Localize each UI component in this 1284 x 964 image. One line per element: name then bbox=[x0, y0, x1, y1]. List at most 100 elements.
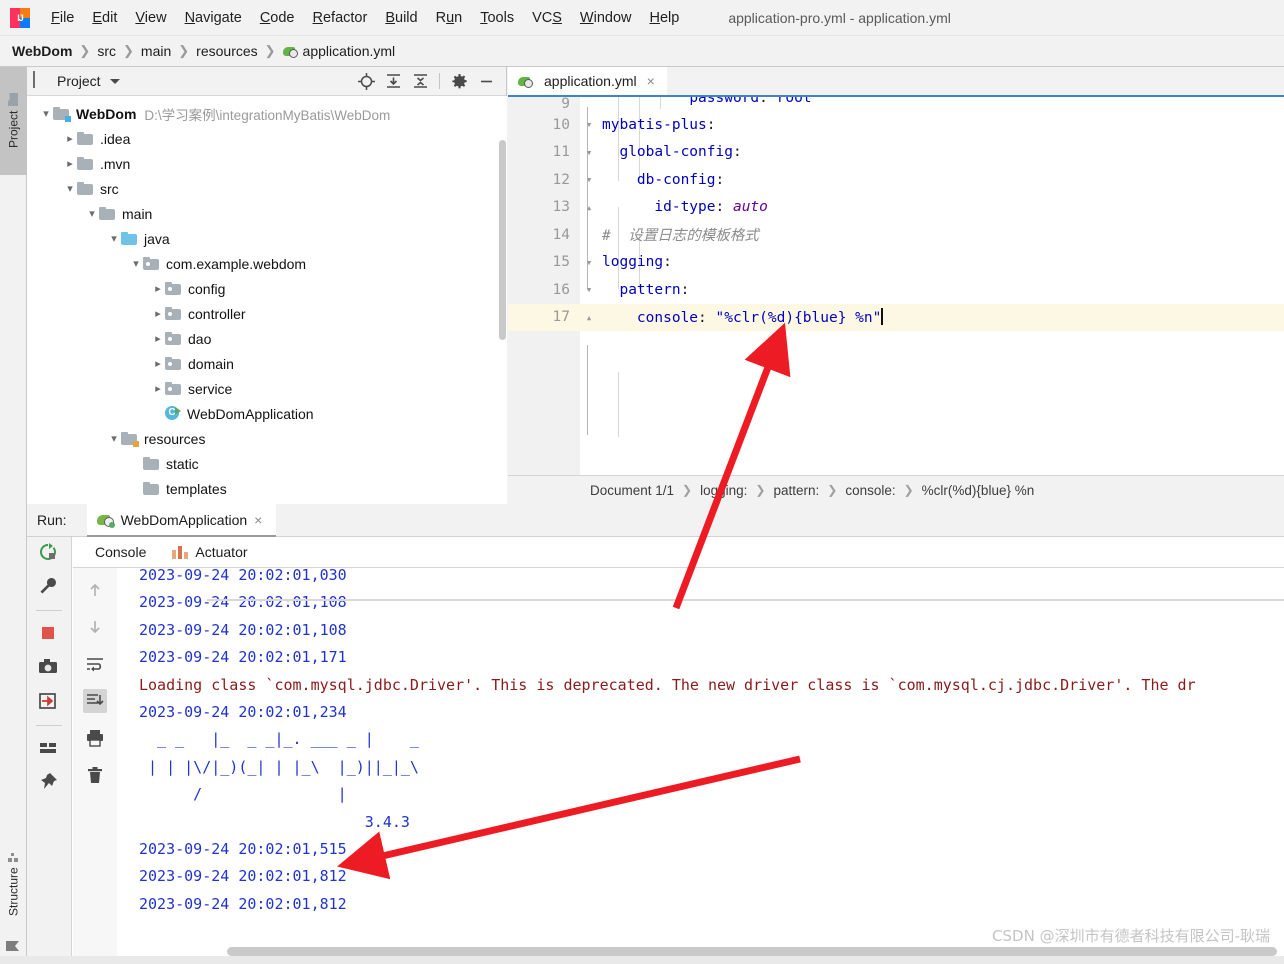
console-output[interactable]: 2023-09-24 20:02:01,030 2023-09-24 20:02… bbox=[117, 568, 1284, 964]
tree-twisty[interactable]: ▾ bbox=[39, 107, 53, 120]
close-icon[interactable]: × bbox=[647, 73, 655, 89]
tree-label: templates bbox=[166, 480, 227, 497]
tree-twisty[interactable]: ▸ bbox=[63, 157, 77, 170]
code-editor[interactable]: 9 password: root 10 ▾ mybatis-plus: 11 ▾… bbox=[508, 97, 1284, 504]
menu-edit[interactable]: Edit bbox=[83, 7, 126, 29]
tree-row-src[interactable]: ▾ src bbox=[27, 176, 507, 201]
tree-twisty[interactable]: ▾ bbox=[107, 432, 121, 445]
tree-twisty[interactable]: ▾ bbox=[107, 232, 121, 245]
run-actions-toolbar bbox=[27, 537, 72, 964]
intellij-logo-icon: IJ bbox=[10, 7, 30, 28]
rerun-icon[interactable] bbox=[38, 542, 60, 564]
wrench-icon[interactable] bbox=[38, 576, 60, 598]
menu-build[interactable]: Build bbox=[376, 7, 426, 29]
fold-marker[interactable]: ▾ bbox=[580, 146, 598, 159]
tree-row-java[interactable]: ▾ java bbox=[27, 226, 507, 251]
tree-row-service[interactable]: ▸ service bbox=[27, 376, 507, 401]
text-caret bbox=[881, 308, 883, 326]
tree-twisty[interactable]: ▸ bbox=[151, 382, 165, 395]
scroll-to-end-icon[interactable] bbox=[83, 689, 107, 713]
tree-row-resources[interactable]: ▾ resources bbox=[27, 426, 507, 451]
sidebar-item-project[interactable]: Project bbox=[0, 67, 27, 175]
close-icon[interactable]: × bbox=[254, 512, 262, 528]
menu-help[interactable]: Help bbox=[640, 7, 688, 29]
console-toolbar bbox=[73, 568, 117, 964]
tree-twisty[interactable]: ▾ bbox=[63, 182, 77, 195]
tab-console[interactable]: Console bbox=[95, 544, 146, 560]
tree-twisty[interactable]: ▸ bbox=[63, 132, 77, 145]
export-icon[interactable] bbox=[38, 691, 60, 713]
tree-twisty[interactable]: ▸ bbox=[151, 282, 165, 295]
breadcrumb-separator: ❯ bbox=[79, 43, 91, 58]
tree-row-domain[interactable]: ▸ domain bbox=[27, 351, 507, 376]
breadcrumb-file-label: application.yml bbox=[302, 43, 396, 59]
console-horizontal-scrollbar[interactable] bbox=[227, 947, 1277, 956]
sidebar-item-structure[interactable]: Structure bbox=[0, 837, 27, 929]
tree-row-static[interactable]: static bbox=[27, 451, 507, 476]
tree-row-main[interactable]: ▾ main bbox=[27, 201, 507, 226]
menu-refactor[interactable]: Refactor bbox=[304, 7, 377, 29]
menu-navigate[interactable]: Navigate bbox=[176, 7, 251, 29]
soft-wrap-icon[interactable] bbox=[83, 652, 107, 676]
camera-icon[interactable] bbox=[38, 657, 60, 679]
yaml-key: console bbox=[636, 310, 699, 327]
menu-run[interactable]: Run bbox=[427, 7, 472, 29]
tree-twisty[interactable]: ▾ bbox=[85, 207, 99, 220]
fold-marker[interactable]: ▾ bbox=[580, 118, 598, 131]
console-line: 2023-09-24 20:02:01,108 bbox=[139, 620, 347, 639]
menu-view[interactable]: View bbox=[126, 7, 175, 29]
fold-marker[interactable]: ▴ bbox=[580, 311, 598, 324]
trash-icon[interactable] bbox=[83, 763, 107, 787]
tree-row-controller[interactable]: ▸ controller bbox=[27, 301, 507, 326]
fold-marker[interactable]: ▾ bbox=[580, 173, 598, 186]
resources-folder-icon bbox=[121, 431, 139, 447]
scroll-down-icon[interactable] bbox=[83, 615, 107, 639]
tree-label: WebDom bbox=[76, 105, 137, 122]
scroll-up-icon[interactable] bbox=[83, 578, 107, 602]
breadcrumb-separator: ❯ bbox=[178, 43, 190, 58]
tree-row-templates[interactable]: templates bbox=[27, 476, 507, 501]
yaml-value: root bbox=[776, 97, 812, 106]
menu-vcs[interactable]: VCS bbox=[523, 7, 571, 29]
menu-window[interactable]: Window bbox=[571, 7, 641, 29]
locate-icon[interactable] bbox=[358, 73, 375, 90]
menu-file[interactable]: File bbox=[42, 7, 83, 29]
tree-row-webdomapplication[interactable]: WebDomApplication bbox=[27, 401, 507, 426]
tree-twisty[interactable]: ▾ bbox=[129, 257, 143, 270]
fold-marker[interactable]: ▴ bbox=[580, 201, 598, 214]
tree-twisty[interactable]: ▸ bbox=[151, 332, 165, 345]
breadcrumb-main[interactable]: main bbox=[141, 43, 171, 59]
breadcrumb-file[interactable]: application.yml bbox=[282, 43, 396, 59]
breadcrumb-src[interactable]: src bbox=[97, 43, 116, 59]
chevron-down-icon[interactable] bbox=[109, 78, 120, 84]
breadcrumb-resources[interactable]: resources bbox=[196, 43, 257, 59]
stop-icon[interactable] bbox=[38, 623, 60, 645]
tree-row-config[interactable]: ▸ config bbox=[27, 276, 507, 301]
menu-tools[interactable]: Tools bbox=[471, 7, 523, 29]
tree-row-dao[interactable]: ▸ dao bbox=[27, 326, 507, 351]
pin-icon[interactable] bbox=[38, 772, 60, 794]
tree-row-webdom[interactable]: ▾ WebDom D:\学习案例\integrationMyBatis\WebD… bbox=[27, 101, 507, 126]
fold-marker[interactable]: ▾ bbox=[580, 256, 598, 269]
layout-icon[interactable] bbox=[38, 738, 60, 760]
project-tree-scrollbar[interactable] bbox=[499, 140, 506, 340]
collapse-all-icon[interactable] bbox=[412, 73, 428, 89]
print-icon[interactable] bbox=[83, 726, 107, 750]
tree-twisty[interactable]: ▸ bbox=[151, 357, 165, 370]
line-number: 15 bbox=[552, 254, 570, 271]
gear-icon[interactable] bbox=[451, 73, 467, 89]
hide-icon[interactable] bbox=[478, 73, 494, 89]
tree-twisty[interactable]: ▸ bbox=[151, 307, 165, 320]
breadcrumb-project[interactable]: WebDom bbox=[12, 43, 72, 59]
tree-row-mvn[interactable]: ▸ .mvn bbox=[27, 151, 507, 176]
tree-row-package[interactable]: ▾ com.example.webdom bbox=[27, 251, 507, 276]
menu-code[interactable]: Code bbox=[251, 7, 304, 29]
expand-all-icon[interactable] bbox=[385, 73, 401, 89]
tab-application-yml[interactable]: application.yml × bbox=[508, 67, 667, 95]
tree-row-idea[interactable]: ▸ .idea bbox=[27, 126, 507, 151]
tab-actuator[interactable]: Actuator bbox=[172, 544, 248, 560]
project-tree[interactable]: ▾ WebDom D:\学习案例\integrationMyBatis\WebD… bbox=[27, 96, 507, 504]
fold-marker[interactable]: ▾ bbox=[580, 283, 598, 296]
run-tab-webdomapplication[interactable]: WebDomApplication × bbox=[86, 503, 277, 537]
console-line: 2023-09-24 20:02:01,171 bbox=[139, 648, 347, 667]
